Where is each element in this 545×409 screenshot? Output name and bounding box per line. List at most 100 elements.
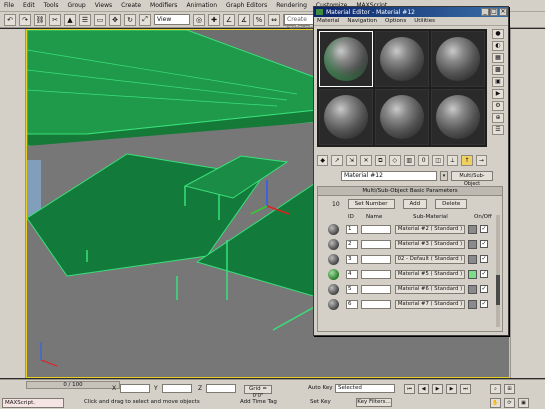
- show-map-icon[interactable]: ◫: [432, 154, 444, 166]
- select-manipulate-icon[interactable]: ✚: [208, 13, 220, 26]
- menu-file[interactable]: File: [4, 2, 14, 9]
- maxscript-listener[interactable]: MAXScript.: [2, 398, 64, 408]
- sample-type-icon[interactable]: ●: [492, 29, 504, 39]
- angle-snap-icon[interactable]: ∡: [238, 13, 250, 26]
- pick-material-dropdown[interactable]: ▾: [440, 171, 448, 181]
- id-field[interactable]: 5: [346, 285, 358, 294]
- name-field[interactable]: [361, 240, 391, 249]
- undo-icon[interactable]: ↶: [4, 13, 16, 26]
- on-off-checkbox[interactable]: ✓: [480, 255, 488, 263]
- snap-icon[interactable]: ∠: [223, 13, 235, 26]
- reference-coordinate-combo[interactable]: View: [154, 14, 190, 25]
- move-icon[interactable]: ✥: [109, 13, 121, 26]
- color-swatch[interactable]: [468, 300, 477, 309]
- scrollbar-thumb[interactable]: [496, 275, 500, 305]
- put-to-library-icon[interactable]: ▥: [403, 154, 415, 166]
- auto-key-button[interactable]: Auto Key: [308, 385, 333, 391]
- set-number-button[interactable]: Set Number: [347, 199, 395, 209]
- key-mode-combo[interactable]: Selected: [335, 384, 395, 393]
- color-swatch[interactable]: [468, 255, 477, 264]
- id-field[interactable]: 3: [346, 255, 358, 264]
- sub-material-button[interactable]: 02 - Default ( Standard ): [395, 255, 465, 264]
- sub-material-button[interactable]: Material #5 ( Standard ): [395, 270, 465, 279]
- menu-rendering[interactable]: Rendering: [276, 2, 307, 9]
- menu-animation[interactable]: Animation: [186, 2, 217, 9]
- maximize-button[interactable]: □: [490, 8, 498, 16]
- menu-views[interactable]: Views: [95, 2, 112, 9]
- sample-slot-3[interactable]: [431, 31, 485, 87]
- name-field[interactable]: [361, 225, 391, 234]
- material-name-input[interactable]: Material #12: [341, 171, 437, 181]
- key-filters-button[interactable]: Key Filters...: [356, 398, 392, 407]
- add-button[interactable]: Add: [402, 199, 428, 209]
- rotate-icon[interactable]: ↻: [124, 13, 136, 26]
- redo-icon[interactable]: ↷: [19, 13, 31, 26]
- go-to-parent-icon[interactable]: ↑: [461, 154, 473, 166]
- id-field[interactable]: 2: [346, 240, 358, 249]
- name-field[interactable]: [361, 255, 391, 264]
- make-unique-icon[interactable]: ◇: [389, 154, 401, 166]
- sub-material-button[interactable]: Material #2 ( Standard ): [395, 225, 465, 234]
- on-off-checkbox[interactable]: ✓: [480, 300, 488, 308]
- video-color-icon[interactable]: ▣: [492, 77, 504, 87]
- time-slider[interactable]: 0 / 100: [26, 381, 120, 389]
- sub-material-button[interactable]: Material #3 ( Standard ): [395, 240, 465, 249]
- scale-icon[interactable]: ⤢: [139, 13, 151, 26]
- pan-icon[interactable]: ✋: [490, 398, 501, 408]
- menu-group[interactable]: Group: [67, 2, 85, 9]
- on-off-checkbox[interactable]: ✓: [480, 270, 488, 278]
- rollout-title[interactable]: Multi/Sub-Object Basic Parameters: [318, 187, 502, 196]
- menu-material[interactable]: Material: [317, 18, 339, 24]
- menu-utilities[interactable]: Utilities: [414, 18, 435, 24]
- id-field[interactable]: 4: [346, 270, 358, 279]
- menu-options[interactable]: Options: [385, 18, 406, 24]
- col-id[interactable]: ID: [348, 214, 354, 220]
- previous-frame-icon[interactable]: ◀: [418, 384, 429, 394]
- material-type-button[interactable]: Multi/Sub-Object: [451, 171, 493, 187]
- material-editor-titlebar[interactable]: Material Editor - Material #12 _ □ ×: [314, 7, 508, 17]
- select-by-material-icon[interactable]: ⊕: [492, 113, 504, 123]
- assign-to-selection-icon[interactable]: ⇲: [345, 154, 358, 166]
- id-field[interactable]: 6: [346, 300, 358, 309]
- menu-navigation[interactable]: Navigation: [347, 18, 377, 24]
- zoom-icon[interactable]: ⌕: [490, 384, 501, 394]
- go-to-end-icon[interactable]: ⏭: [460, 384, 471, 394]
- menu-edit[interactable]: Edit: [23, 2, 35, 9]
- options-icon[interactable]: ⚙: [492, 101, 504, 111]
- link-icon[interactable]: ⛓: [34, 13, 46, 26]
- zoom-all-icon[interactable]: ⊞: [504, 384, 515, 394]
- sub-material-button[interactable]: Material #7 ( Standard ): [395, 300, 465, 309]
- backlight-icon[interactable]: ◐: [492, 41, 504, 51]
- rollout-scrollbar[interactable]: [496, 215, 500, 327]
- color-swatch[interactable]: [468, 240, 477, 249]
- go-forward-icon[interactable]: →: [475, 154, 488, 166]
- name-field[interactable]: [361, 300, 391, 309]
- menu-graph-editors[interactable]: Graph Editors: [226, 2, 267, 9]
- select-icon[interactable]: ▲: [64, 13, 76, 26]
- material-navigator-icon[interactable]: ☰: [492, 125, 504, 135]
- play-icon[interactable]: ▶: [432, 384, 443, 394]
- show-end-result-icon[interactable]: ⟂: [446, 154, 459, 166]
- color-swatch[interactable]: [468, 225, 477, 234]
- on-off-checkbox[interactable]: ✓: [480, 240, 488, 248]
- on-off-checkbox[interactable]: ✓: [480, 285, 488, 293]
- name-field[interactable]: [361, 270, 391, 279]
- menu-modifiers[interactable]: Modifiers: [150, 2, 177, 9]
- mirror-icon[interactable]: ⇔: [268, 13, 280, 26]
- col-sub-material[interactable]: Sub-Material: [413, 214, 448, 220]
- unlink-icon[interactable]: ✂: [49, 13, 61, 26]
- next-frame-icon[interactable]: ▶: [446, 384, 457, 394]
- set-key-button[interactable]: Set Key: [310, 399, 331, 405]
- pivot-icon[interactable]: ◎: [193, 13, 205, 26]
- sample-slot-1[interactable]: [319, 31, 373, 87]
- background-icon[interactable]: ▦: [492, 53, 504, 63]
- orbit-icon[interactable]: ⟳: [504, 398, 515, 408]
- minimize-button[interactable]: _: [481, 8, 489, 16]
- sample-slot-2[interactable]: [375, 31, 429, 87]
- sample-slot-4[interactable]: [319, 89, 373, 145]
- make-copy-icon[interactable]: ⧉: [374, 154, 387, 166]
- sample-slot-5[interactable]: [375, 89, 429, 145]
- name-field[interactable]: [361, 285, 391, 294]
- go-to-start-icon[interactable]: ⏮: [404, 384, 415, 394]
- uv-tiling-icon[interactable]: ▩: [492, 65, 504, 75]
